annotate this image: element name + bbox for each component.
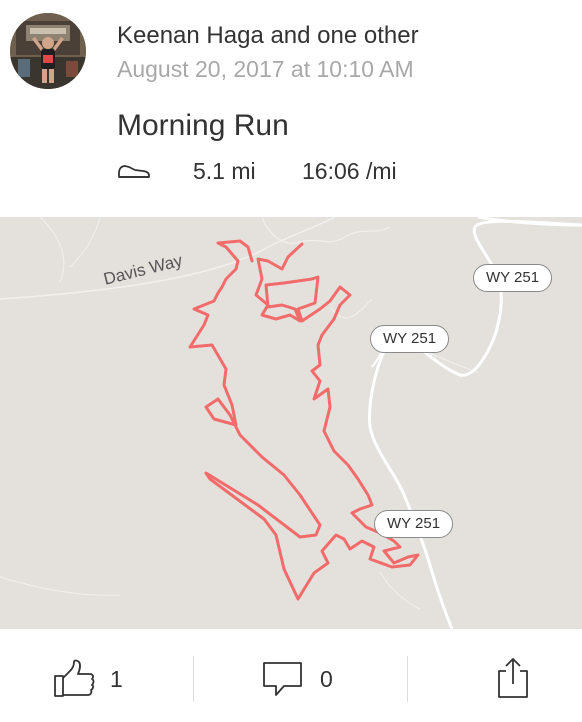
kudos-count: 1 (110, 666, 123, 692)
avatar-photo (10, 13, 86, 89)
comment-icon (263, 662, 302, 696)
avatar[interactable] (10, 13, 86, 89)
kudos-button[interactable]: 1 (48, 629, 188, 722)
pace-value: 16:06 /mi (302, 158, 397, 184)
activity-title[interactable]: Morning Run (117, 109, 289, 143)
share-button[interactable] (490, 629, 540, 722)
shoe-icon (118, 165, 150, 178)
comment-count: 0 (320, 666, 333, 692)
activity-date: August 20, 2017 at 10:10 AM (117, 56, 414, 82)
activity-stats: 5.1 mi 16:06 /mi (117, 156, 557, 188)
action-bar: 1 0 (0, 629, 582, 722)
athlete-names-link[interactable]: Keenan Haga and one other (117, 22, 419, 50)
action-divider (193, 656, 194, 702)
action-divider (407, 656, 408, 702)
share-icon (498, 658, 528, 698)
comment-button[interactable]: 0 (262, 629, 382, 722)
thumbs-up-icon (54, 659, 95, 697)
highway-shield: WY 251 (473, 264, 553, 292)
activity-header: Keenan Haga and one other August 20, 201… (0, 0, 582, 217)
route-map[interactable]: Davis Way WY 251 WY 251 WY 251 (0, 217, 582, 629)
distance-value: 5.1 mi (193, 158, 256, 184)
highway-shield: WY 251 (370, 325, 450, 353)
highway-shield: WY 251 (374, 510, 454, 538)
